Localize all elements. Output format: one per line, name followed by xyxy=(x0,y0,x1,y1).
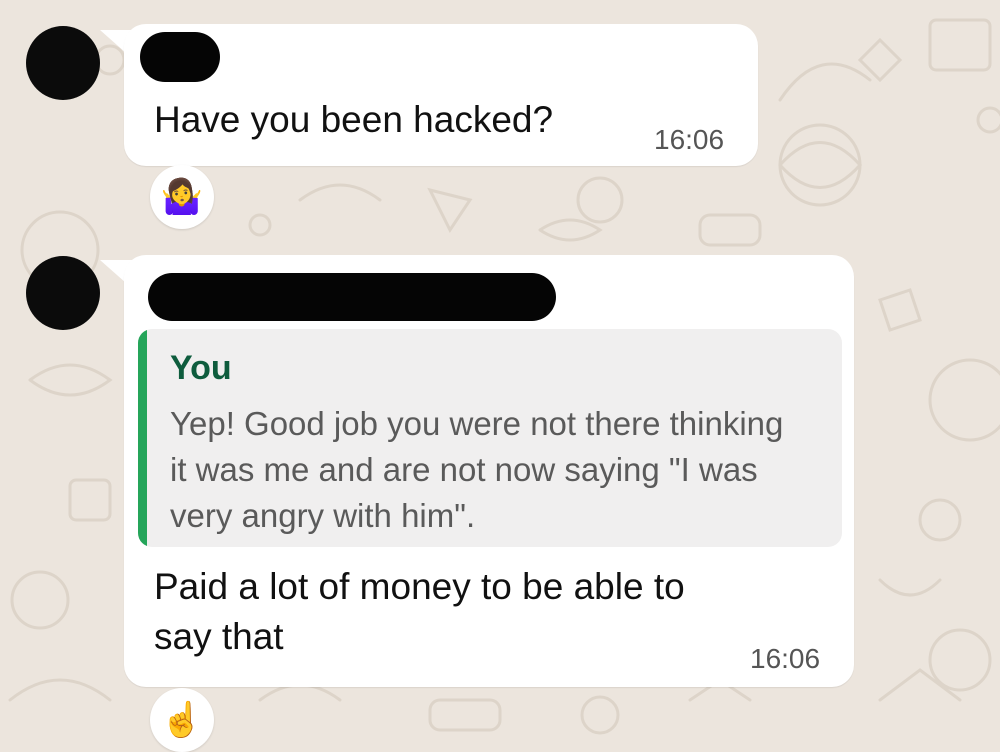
reaction-person-shrugging-icon[interactable]: 🤷‍♀️ xyxy=(150,165,214,229)
quote-text: Yep! Good job you were not there thinkin… xyxy=(170,405,784,534)
message-text-line1: Paid a lot of money to be able to xyxy=(154,566,685,607)
message-bubble-1[interactable]: Have you been hacked? 16:06 xyxy=(124,24,758,166)
message-bubble-2[interactable]: You Yep! Good job you were not there thi… xyxy=(124,255,854,687)
message-time: 16:06 xyxy=(654,124,725,155)
message-text: Have you been hacked? xyxy=(154,99,554,140)
sender-avatar-redacted[interactable] xyxy=(26,26,100,100)
message-text-line2: say that xyxy=(154,616,284,657)
message-time: 16:06 xyxy=(750,643,821,674)
quote-accent-bar xyxy=(138,329,147,547)
sender-name-redacted xyxy=(148,273,556,321)
sender-name-redacted xyxy=(140,32,220,82)
quoted-reply[interactable]: You Yep! Good job you were not there thi… xyxy=(138,329,842,547)
quote-author: You xyxy=(170,349,232,387)
reaction-index-pointing-up-icon[interactable]: ☝️ xyxy=(150,688,214,752)
sender-avatar-redacted[interactable] xyxy=(26,256,100,330)
